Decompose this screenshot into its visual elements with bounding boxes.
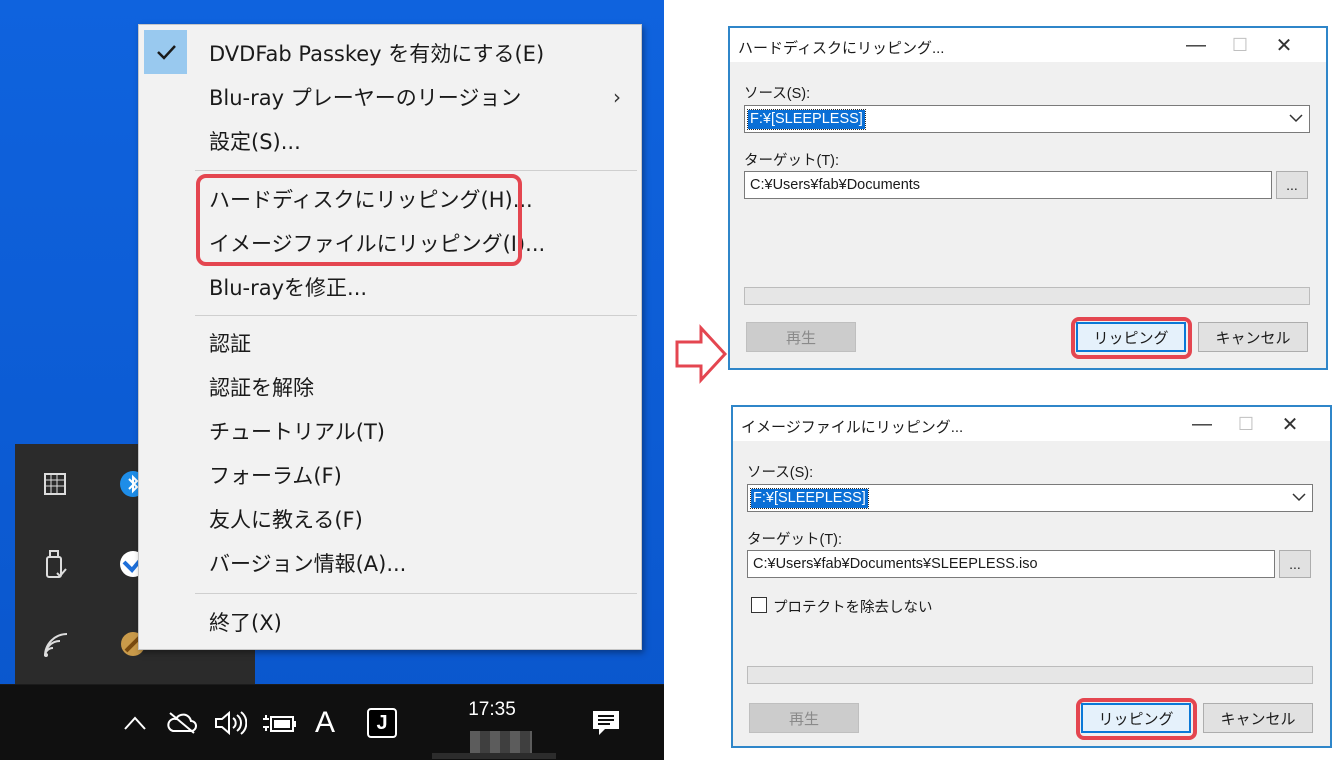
taskbar: A J 17:35	[0, 684, 664, 760]
notification-icon[interactable]	[588, 705, 624, 741]
menu-item-label: 設定(S)...	[209, 130, 301, 154]
menu-item-authenticate[interactable]: 認証	[139, 323, 641, 363]
app-icon-label: J	[367, 708, 397, 738]
dvdfab-passkey-context-menu: DVDFab Passkey を有効にする(E) Blu-ray プレーヤーのリ…	[138, 24, 642, 650]
close-icon[interactable]: ✕	[1262, 28, 1306, 62]
menu-item-exit[interactable]: 終了(X)	[139, 602, 641, 642]
menu-item-deauthenticate[interactable]: 認証を解除	[139, 367, 641, 407]
menu-separator	[195, 315, 637, 316]
maximize-icon: ☐	[1231, 34, 1249, 55]
menu-separator	[195, 593, 637, 594]
menu-item-enable-passkey[interactable]: DVDFab Passkey を有効にする(E)	[139, 33, 641, 73]
menu-item-tutorial[interactable]: チュートリアル(T)	[139, 411, 641, 451]
progress-bar	[744, 287, 1310, 305]
menu-item-label: DVDFab Passkey を有効にする(E)	[209, 42, 545, 66]
clock-time[interactable]: 17:35	[452, 699, 532, 721]
desktop-background: A J 17:35 DVDFab Passkey を有効にする(E) Blu-r…	[0, 0, 664, 760]
onedrive-offline-icon[interactable]	[164, 705, 200, 741]
source-label: ソース(S):	[747, 465, 814, 481]
dialog-titlebar: ハードディスクにリッピング... — ☐ ✕	[730, 28, 1326, 62]
rip-button-highlight-box	[1076, 698, 1197, 740]
cancel-button[interactable]: キャンセル	[1198, 322, 1308, 352]
source-label: ソース(S):	[744, 86, 811, 102]
minimize-icon[interactable]: —	[1180, 407, 1224, 441]
clock-active-underline	[432, 753, 556, 759]
arrow-right-icon	[675, 324, 728, 384]
play-button[interactable]: 再生	[749, 703, 859, 733]
no-protection-removal-checkbox[interactable]	[751, 597, 767, 613]
menu-separator	[195, 170, 637, 171]
menu-item-label: チュートリアル(T)	[209, 420, 386, 444]
browse-button[interactable]: ...	[1279, 550, 1311, 578]
menu-item-settings[interactable]: 設定(S)...	[139, 121, 641, 161]
browse-button[interactable]: ...	[1276, 171, 1308, 199]
dialog-title: ハードディスクにリッピング...	[738, 40, 945, 57]
wifi-icon[interactable]	[35, 624, 75, 664]
menu-item-label: Blu-ray プレーヤーのリージョン	[209, 86, 522, 110]
menu-item-label: 終了(X)	[209, 611, 282, 635]
maximize-icon: ☐	[1237, 413, 1255, 434]
clock-date-redacted	[470, 731, 532, 753]
rip-items-highlight-box	[196, 174, 522, 266]
menu-item-forum[interactable]: フォーラム(F)	[139, 455, 641, 495]
source-value: F:¥[SLEEPLESS]	[750, 488, 869, 509]
source-dropdown[interactable]: F:¥[SLEEPLESS]	[744, 105, 1310, 133]
menu-item-fix-bluray[interactable]: Blu-rayを修正...	[139, 267, 641, 307]
chevron-down-icon	[1289, 108, 1303, 133]
ime-icon[interactable]: A	[308, 705, 342, 741]
app-icon[interactable]: J	[364, 705, 400, 741]
rip-to-image-dialog: イメージファイルにリッピング... — ☐ ✕ ソース(S): F:¥[SLEE…	[731, 405, 1332, 748]
menu-item-about[interactable]: バージョン情報(A)...	[139, 543, 641, 583]
menu-item-label: 認証	[209, 332, 251, 356]
target-field[interactable]: C:¥Users¥fab¥Documents	[744, 171, 1272, 199]
menu-item-tell-friend[interactable]: 友人に教える(F)	[139, 499, 641, 539]
target-label: ターゲット(T):	[747, 532, 843, 548]
target-label: ターゲット(T):	[744, 153, 840, 169]
dialog-title: イメージファイルにリッピング...	[741, 419, 964, 436]
battery-charging-icon[interactable]	[260, 705, 298, 741]
source-dropdown[interactable]: F:¥[SLEEPLESS]	[747, 484, 1313, 512]
speaker-icon[interactable]	[212, 705, 248, 741]
menu-item-label: 認証を解除	[209, 376, 314, 400]
menu-item-label: フォーラム(F)	[209, 464, 342, 488]
close-icon[interactable]: ✕	[1268, 407, 1312, 441]
menu-item-label: Blu-rayを修正...	[209, 276, 368, 300]
progress-bar	[747, 666, 1313, 684]
chevron-right-icon: ›	[613, 85, 621, 109]
grid-icon[interactable]	[35, 464, 75, 504]
no-protection-removal-label: プロテクトを除去しない	[773, 600, 933, 616]
source-value: F:¥[SLEEPLESS]	[747, 109, 866, 130]
chevron-up-icon[interactable]	[120, 705, 150, 741]
menu-item-bluray-region[interactable]: Blu-ray プレーヤーのリージョン ›	[139, 77, 641, 117]
minimize-icon[interactable]: —	[1174, 28, 1218, 62]
rip-button-highlight-box	[1071, 317, 1192, 359]
target-field[interactable]: C:¥Users¥fab¥Documents¥SLEEPLESS.iso	[747, 550, 1275, 578]
chevron-down-icon	[1292, 487, 1306, 512]
rip-to-hdd-dialog: ハードディスクにリッピング... — ☐ ✕ ソース(S): F:¥[SLEEP…	[728, 26, 1328, 370]
play-button[interactable]: 再生	[746, 322, 856, 352]
menu-item-label: 友人に教える(F)	[209, 508, 363, 532]
usb-drive-icon[interactable]	[35, 544, 75, 584]
menu-item-label: バージョン情報(A)...	[209, 552, 407, 576]
dialog-titlebar: イメージファイルにリッピング... — ☐ ✕	[733, 407, 1330, 441]
cancel-button[interactable]: キャンセル	[1203, 703, 1313, 733]
